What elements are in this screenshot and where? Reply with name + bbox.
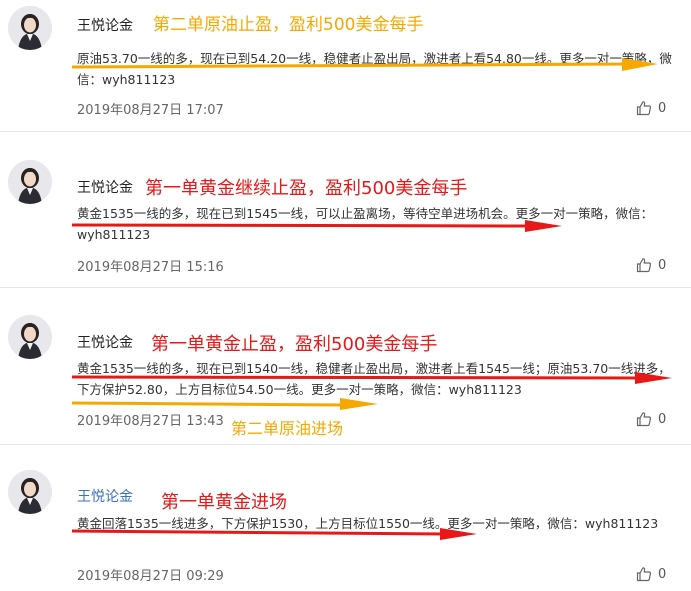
post-divider — [0, 131, 691, 132]
post-body: 黄金1535一线的多，现在已到1540一线，稳健者止盈出局，激进者上看1545一… — [77, 361, 671, 397]
post-divider — [0, 444, 691, 445]
comment-feed: 王悦论金 第二单原油止盈，盈利500美金每手 原油53.70一线的多，现在已到5… — [0, 0, 691, 591]
annotation-headline: 第一单黄金进场 — [161, 492, 287, 513]
author-name[interactable]: 王悦论金 — [77, 486, 133, 506]
annotation-headline: 第二单原油止盈，盈利500美金每手 — [153, 15, 424, 35]
post-timestamp: 2019年08月27日 15:16 — [77, 260, 224, 275]
post-body: 原油53.70一线的多，现在已到54.20一线，稳健者止盈出局，激进者上看54.… — [77, 51, 672, 87]
annotation-headline: 第一单黄金继续止盈，盈利500美金每手 — [145, 178, 468, 199]
post-timestamp: 2019年08月27日 13:43 — [77, 414, 224, 429]
post-body: 黄金回落1535一线进多，下方保护1530，上方目标位1550一线。更多一对一策… — [77, 516, 659, 531]
like-button[interactable]: 0 — [636, 256, 666, 274]
like-count: 0 — [658, 566, 667, 582]
avatar[interactable] — [8, 160, 52, 204]
avatar[interactable] — [8, 470, 52, 514]
like-count: 0 — [658, 100, 667, 116]
post-body: 黄金1535一线的多，现在已到1545一线，可以止盈离场，等待空单进场机会。更多… — [77, 206, 654, 242]
thumbs-up-icon — [636, 258, 652, 273]
author-name[interactable]: 王悦论金 — [77, 15, 133, 35]
post-timestamp: 2019年08月27日 17:07 — [77, 103, 224, 118]
annotation-note: 第二单原油进场 — [231, 419, 344, 438]
like-count: 0 — [658, 411, 667, 427]
avatar[interactable] — [8, 6, 52, 50]
thumbs-up-icon — [636, 101, 652, 116]
annotation-headline: 第一单黄金止盈，盈利500美金每手 — [151, 334, 438, 355]
avatar[interactable] — [8, 315, 52, 359]
thumbs-up-icon — [636, 412, 652, 427]
like-button[interactable]: 0 — [636, 565, 666, 583]
author-name[interactable]: 王悦论金 — [77, 177, 133, 197]
thumbs-up-icon — [636, 567, 652, 582]
like-button[interactable]: 0 — [636, 99, 666, 117]
like-count: 0 — [658, 257, 667, 273]
post-timestamp: 2019年08月27日 09:29 — [77, 569, 224, 584]
like-button[interactable]: 0 — [636, 410, 666, 428]
post-divider — [0, 287, 691, 288]
author-name[interactable]: 王悦论金 — [77, 332, 133, 352]
